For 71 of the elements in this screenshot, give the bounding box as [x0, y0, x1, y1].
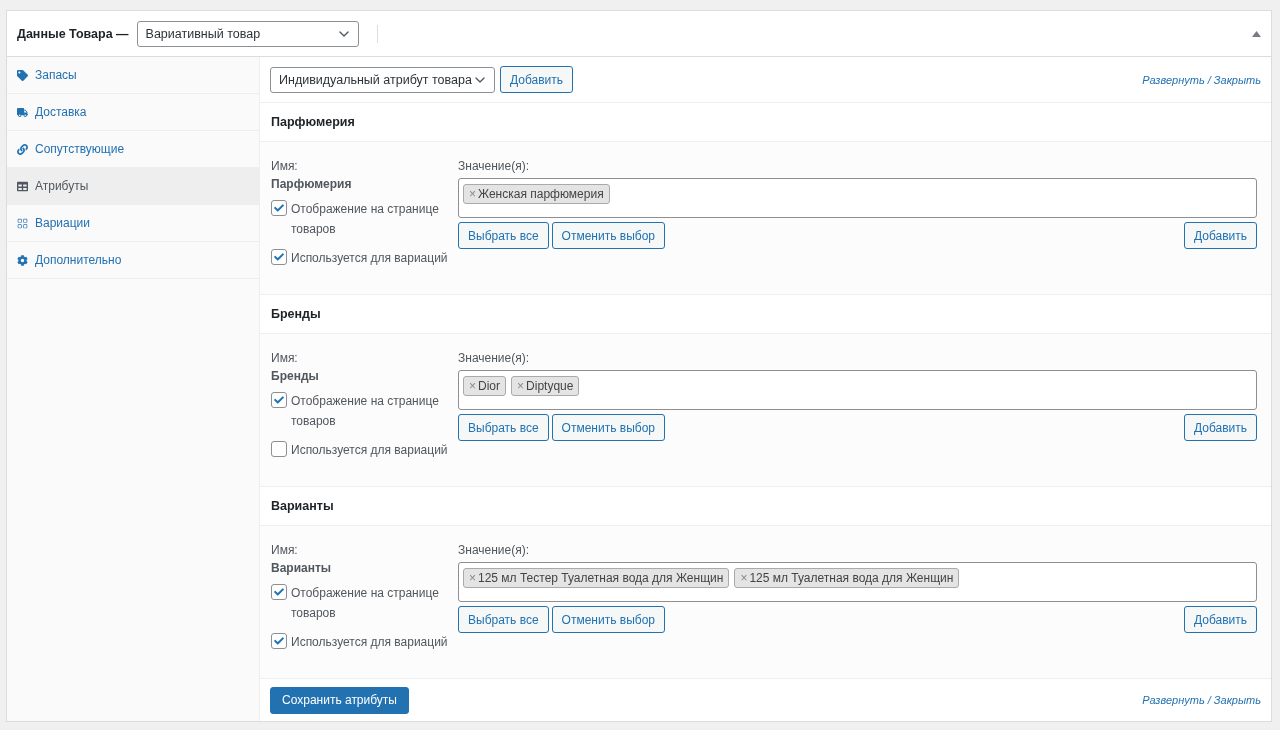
checkmark-icon [274, 587, 284, 597]
select-none-button[interactable]: Отменить выбор [551, 414, 665, 441]
name-label: Имя: [271, 158, 299, 175]
collapse-arrow-icon[interactable] [1252, 30, 1261, 37]
checkbox-label: Отображение на странице товаров [291, 585, 440, 622]
select-all-button[interactable]: Выбрать все [458, 414, 549, 441]
values-label: Значение(я): [458, 350, 531, 367]
checkbox-label: Используется для вариаций [291, 250, 448, 267]
tag-label: 125 мл Тестер Туалетная вода для Женщин [478, 571, 724, 585]
add-value-button[interactable]: Добавить [1183, 606, 1257, 633]
checkbox[interactable] [271, 441, 287, 457]
checkbox[interactable] [271, 392, 287, 408]
checkbox-label: Отображение на странице товаров [291, 393, 440, 430]
values-label: Значение(я): [458, 542, 531, 559]
remove-tag-button[interactable]: × [469, 379, 476, 393]
tag-icon [17, 69, 28, 81]
add-button[interactable]: Добавить [500, 66, 574, 93]
select-none-button[interactable]: Отменить выбор [551, 222, 665, 249]
select-none-button[interactable]: Отменить выбор [551, 606, 665, 633]
link-icon [17, 143, 28, 155]
checkbox[interactable] [271, 584, 287, 600]
expand-link[interactable]: Развернуть [1142, 694, 1205, 706]
collapse-link[interactable]: Закрыть [1213, 694, 1261, 706]
expand-link[interactable]: Развернуть [1142, 73, 1205, 86]
tag-label: Diptyque [526, 379, 574, 393]
remove-tag-button[interactable]: × [740, 571, 748, 585]
add-value-button[interactable]: Добавить [1183, 414, 1257, 441]
sidebar-tab[interactable]: Дополнительно [7, 242, 259, 279]
tag-label: 125 мл Туалетная вода для Женщин [749, 571, 954, 585]
sidebar-tab[interactable]: Доставка [7, 94, 259, 131]
values-field[interactable]: × Женская парфюмерия [458, 178, 1257, 218]
grid-icon [17, 217, 28, 229]
values-label: Значение(я): [458, 158, 531, 175]
checkbox-label: Используется для вариаций [291, 442, 448, 459]
save-attributes-button[interactable]: Сохранить атрибуты [270, 686, 409, 714]
checkmark-icon [274, 252, 284, 262]
remove-tag-button[interactable]: × [469, 571, 476, 585]
tag-label: Женская парфюмерия [478, 187, 604, 201]
checkbox-label: Отображение на странице товаров [291, 201, 440, 238]
tag-label: Dior [478, 379, 501, 393]
product-type-select[interactable]: Вариативный товар [136, 20, 359, 47]
select-all-button[interactable]: Выбрать все [458, 222, 549, 249]
link-separator: / [1207, 694, 1211, 706]
checkmark-icon [274, 203, 284, 213]
checkbox[interactable] [271, 249, 287, 265]
checkbox-label: Используется для вариаций [291, 634, 448, 651]
checkmark-icon [274, 636, 284, 646]
truck-icon [17, 106, 28, 118]
add-value-button[interactable]: Добавить [1183, 222, 1257, 249]
attribute-name: Парфюмерия [271, 176, 353, 193]
table-icon [17, 180, 28, 192]
panel-title: Данные Товара — [17, 26, 129, 41]
name-label: Имя: [271, 350, 299, 367]
gear-icon [17, 254, 28, 266]
values-field[interactable]: × 125 мл Тестер Туалетная вода для Женщин × 125 мл Туалетная вода для Женщин [458, 562, 1257, 602]
remove-tag-button[interactable]: × [517, 379, 525, 393]
attribute-select[interactable]: Индивидуальный атрибут товара [270, 66, 495, 93]
collapse-link[interactable]: Закрыть [1213, 73, 1261, 86]
attribute-name: Варианты [271, 560, 333, 577]
sidebar-tab[interactable]: Запасы [7, 57, 259, 94]
checkmark-icon [274, 395, 284, 405]
checkbox[interactable] [271, 633, 287, 649]
values-field[interactable]: × Dior × Diptyque [458, 370, 1257, 410]
checkbox[interactable] [271, 200, 287, 216]
select-all-button[interactable]: Выбрать все [458, 606, 549, 633]
remove-tag-button[interactable]: × [469, 187, 476, 201]
link-separator: / [1207, 73, 1211, 86]
sidebar-tab[interactable]: Вариации [7, 205, 259, 242]
sidebar-tab[interactable]: Атрибуты [7, 168, 259, 205]
name-label: Имя: [271, 542, 299, 559]
attribute-name: Бренды [271, 368, 320, 385]
